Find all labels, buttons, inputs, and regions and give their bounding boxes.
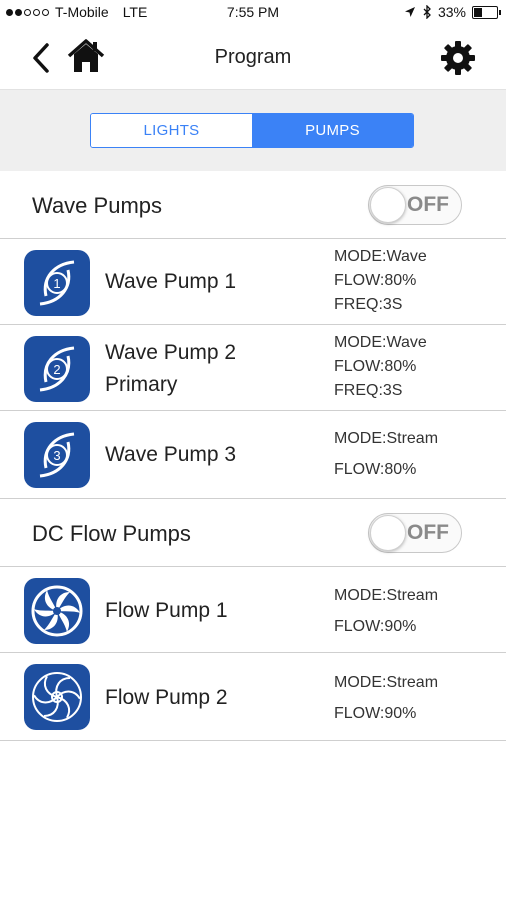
pump-stats: MODE:Wave FLOW:80% FREQ:3S: [334, 331, 427, 403]
location-icon: [404, 7, 415, 17]
pump-flow: FLOW:80%: [334, 358, 417, 375]
dc-flow-pumps-header: DC Flow Pumps OFF: [0, 499, 506, 567]
wave-pump-row[interactable]: 2 Wave Pump 2 Primary MODE:Wave FLOW:80%…: [0, 325, 506, 411]
wave-pump-icon: 3: [24, 422, 90, 488]
wave-pump-row[interactable]: 1 Wave Pump 1 MODE:Wave FLOW:80% FREQ:3S: [0, 239, 506, 325]
mode-segmented-control: LIGHTS PUMPS: [90, 113, 414, 148]
wave-pump-icon: 2: [24, 336, 90, 402]
wave-pump-icon: 1: [24, 250, 90, 316]
gear-icon[interactable]: [440, 40, 476, 76]
toggle-knob: [370, 515, 406, 551]
pump-name: Flow Pump 1: [105, 599, 228, 622]
nav-bar: Program: [0, 28, 506, 88]
tab-pumps[interactable]: PUMPS: [252, 114, 413, 147]
toggle-state-label: OFF: [407, 521, 449, 544]
pump-stats: MODE:Stream FLOW:90%: [334, 584, 438, 639]
svg-text:3: 3: [53, 448, 60, 463]
flow-pump-icon: [24, 578, 90, 644]
toggle-knob: [370, 187, 406, 223]
toggle-state-label: OFF: [407, 193, 449, 216]
pump-freq: FREQ:3S: [334, 382, 403, 399]
dc-flow-pumps-toggle[interactable]: OFF: [368, 513, 462, 553]
pump-stats: MODE:Wave FLOW:80% FREQ:3S: [334, 245, 427, 317]
pump-mode: MODE:Stream: [334, 430, 439, 447]
flow-pump-icon: [24, 664, 90, 730]
dc-flow-pumps-label: DC Flow Pumps: [32, 521, 191, 546]
battery-icon: [472, 5, 501, 19]
flow-pump-row[interactable]: Flow Pump 2 MODE:Stream FLOW:90%: [0, 653, 506, 741]
pump-name: Wave Pump 3: [105, 443, 237, 466]
pump-freq: FREQ:3S: [334, 296, 403, 313]
battery-percent: 33%: [437, 4, 466, 20]
wave-pumps-header: Wave Pumps OFF: [0, 171, 506, 239]
pump-flow: FLOW:80%: [334, 461, 417, 478]
tab-lights[interactable]: LIGHTS: [91, 114, 252, 147]
pump-stats: MODE:Stream FLOW:80%: [334, 427, 438, 482]
pump-name: Wave Pump 1: [105, 270, 237, 293]
segment-area: LIGHTS PUMPS: [0, 89, 506, 173]
svg-text:1: 1: [53, 276, 60, 291]
pump-mode: MODE:Wave: [334, 334, 427, 351]
wave-pumps-label: Wave Pumps: [32, 193, 163, 218]
wave-pumps-toggle[interactable]: OFF: [368, 185, 462, 225]
flow-pump-row[interactable]: Flow Pump 1 MODE:Stream FLOW:90%: [0, 567, 506, 653]
pump-flow: FLOW:80%: [334, 272, 417, 289]
status-bar: T-Mobile LTE 7:55 PM 33%: [0, 0, 506, 28]
bluetooth-icon: [423, 5, 431, 19]
pump-mode: MODE:Wave: [334, 248, 427, 265]
pump-subtitle: Primary: [105, 373, 178, 396]
pump-flow: FLOW:90%: [334, 705, 417, 722]
page-title: Program: [214, 46, 292, 68]
pump-mode: MODE:Stream: [334, 587, 439, 604]
status-right: 33%: [404, 4, 501, 20]
pump-mode: MODE:Stream: [334, 674, 439, 691]
pump-flow: FLOW:90%: [334, 618, 417, 635]
pump-name: Flow Pump 2: [105, 686, 228, 709]
pump-name: Wave Pump 2: [105, 341, 237, 364]
wave-pump-row[interactable]: 3 Wave Pump 3 MODE:Stream FLOW:80%: [0, 411, 506, 499]
pump-stats: MODE:Stream FLOW:90%: [334, 671, 438, 726]
svg-text:2: 2: [53, 362, 60, 377]
